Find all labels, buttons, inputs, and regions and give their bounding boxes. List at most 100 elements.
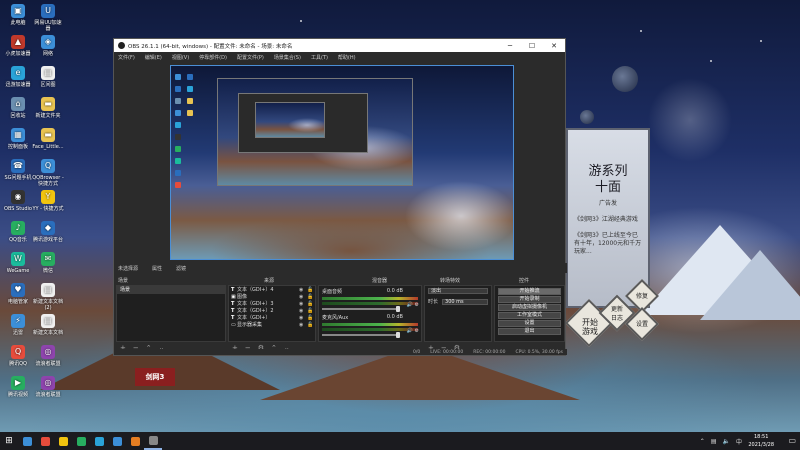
taskbar-steam-icon[interactable] (108, 432, 126, 450)
source-item[interactable]: T 文本（GDI+）3 ◉ 🔓 (229, 301, 315, 308)
desktop-icon[interactable]: W WeGame (2, 252, 34, 274)
app-icon: W (11, 252, 25, 266)
source-item[interactable]: T 文本（GDI+） ◉ 🔓 (229, 315, 315, 322)
eye-icon[interactable]: ◉ (299, 301, 307, 308)
desktop-icon[interactable]: ▲ 小虎加速器 (2, 35, 34, 57)
notification-icon[interactable]: ▭ (788, 436, 796, 445)
taskbar-browser-icon[interactable] (90, 432, 108, 450)
desktop-icon[interactable]: ♪ QQ音乐 (2, 221, 34, 243)
source-item[interactable]: ▣ 图像 ◉ 🔓 (229, 294, 315, 301)
repair-button[interactable]: 修复 (632, 292, 652, 301)
volume-slider[interactable] (322, 306, 400, 312)
menu-item[interactable]: 工具(T) (311, 54, 328, 61)
taskbar-chrome-icon[interactable] (126, 432, 144, 450)
taskbar-qq-icon[interactable] (36, 432, 54, 450)
desktop-icon[interactable]: ⚡ 迅雷 (2, 314, 34, 336)
desktop-icon[interactable]: ⌂ 回收站 (2, 97, 34, 119)
eye-icon[interactable]: ◉ (299, 315, 307, 322)
desktop-icon[interactable]: ♥ 电脑管家 (2, 283, 34, 305)
desktop-icon[interactable]: Q 腾讯QQ (2, 345, 34, 367)
source-toolbar: 未选择源 属性 滤镜 (114, 263, 567, 273)
eye-icon[interactable]: ◉ (299, 287, 307, 294)
menu-item[interactable]: 场景集合(S) (274, 54, 301, 61)
taskbar-video-icon[interactable] (72, 432, 90, 450)
preview-canvas[interactable] (170, 65, 514, 260)
scene-item[interactable]: 场景 (117, 286, 225, 294)
control-button[interactable]: 工作室模式 (498, 312, 561, 319)
menu-item[interactable]: 编辑(E) (145, 54, 162, 61)
gear-icon[interactable]: ⚙ (415, 328, 419, 334)
lock-icon[interactable]: 🔓 (307, 308, 315, 315)
desktop-icon[interactable]: Q QQBrowser - 快捷方式 (32, 159, 64, 187)
control-button[interactable]: 退出 (498, 328, 561, 335)
volume-slider-knob[interactable] (395, 332, 400, 338)
desktop-icon[interactable]: ▶ 腾讯视频 (2, 376, 34, 398)
source-item[interactable]: T 文本（GDI+）4 ◉ 🔓 (229, 287, 315, 294)
menu-item[interactable]: 视图(V) (172, 54, 189, 61)
eye-icon[interactable]: ◉ (299, 308, 307, 315)
settings-game-button[interactable]: 设置 (632, 320, 652, 329)
control-button[interactable]: 开始推流 (498, 288, 561, 295)
control-button[interactable]: 启动虚拟摄像机 (498, 304, 561, 311)
taskbar-search-icon[interactable] (18, 432, 36, 450)
desktop-icon[interactable]: ▣ 此电脑 (2, 4, 34, 26)
changelog-button[interactable]: 更新 日志 (605, 305, 629, 323)
desktop-icon[interactable]: ☎ SG问题手机 (2, 159, 34, 181)
desktop-icon-label: QQ音乐 (9, 237, 27, 243)
app-icon: Y (41, 190, 55, 204)
source-item[interactable]: T 文本（GDI+）2 ◉ 🔓 (229, 308, 315, 315)
desktop-icon[interactable]: ▤ 区间图 (32, 66, 64, 88)
desktop-icon[interactable]: ▬ Face_Little... (32, 128, 64, 150)
menu-item[interactable]: 停靠部件(D) (199, 54, 227, 61)
speaker-icon[interactable]: 🔊 (407, 302, 413, 308)
desktop-icon[interactable]: e 迅游加速器 (2, 66, 34, 88)
minimize-icon[interactable]: ─ (499, 42, 521, 50)
duration-input[interactable]: 300 ms (442, 298, 488, 305)
desktop-icon[interactable]: Y YY - 快捷方式 (32, 190, 64, 212)
taskbar-explorer-icon[interactable] (54, 432, 72, 450)
system-clock[interactable]: 18:51 2021/3/28 (748, 433, 774, 449)
volume-slider[interactable] (322, 332, 400, 338)
menu-item[interactable]: 配置文件(P) (237, 54, 264, 61)
desktop-icon[interactable]: ◎ 流浪者联盟 (32, 376, 64, 398)
chevron-up-icon[interactable]: ⌃ (700, 438, 705, 445)
close-icon[interactable]: ✕ (543, 42, 565, 50)
filters-button[interactable]: 滤镜 (176, 265, 186, 272)
lock-icon[interactable]: 🔓 (307, 301, 315, 308)
control-button[interactable]: 开始录制 (498, 296, 561, 303)
app-icon (22, 436, 32, 446)
lock-icon[interactable]: 🔓 (307, 294, 315, 301)
properties-button[interactable]: 属性 (152, 265, 162, 272)
desktop-icon[interactable]: ▦ 控制面板 (2, 128, 34, 150)
eye-icon[interactable]: ◉ (299, 322, 307, 329)
taskbar-obs-icon[interactable] (144, 432, 162, 450)
desktop-icon[interactable]: U 网易UU加速器 (32, 4, 64, 32)
app-icon: ▶ (11, 376, 25, 390)
speaker-icon[interactable]: 🔊 (407, 328, 413, 334)
start-game-button[interactable]: 开始 游戏 (576, 318, 604, 336)
moon-decoration (580, 110, 594, 124)
menu-item[interactable]: 帮助(H) (338, 54, 356, 61)
lock-icon[interactable]: 🔓 (307, 287, 315, 294)
gear-icon[interactable]: ⚙ (415, 302, 419, 308)
desktop-icon[interactable]: ▬ 新建文件夹 (32, 97, 64, 119)
desktop-icon[interactable]: ▤ 新建文本文档 (2) (32, 283, 64, 311)
desktop-icon[interactable]: ▤ 新建文本文档 (32, 314, 64, 336)
desktop-icon[interactable]: ◎ 流浪者联盟 (32, 345, 64, 367)
control-button[interactable]: 设置 (498, 320, 561, 327)
desktop-icon[interactable]: ◆ 腾讯游戏平台 (32, 221, 64, 243)
source-item[interactable]: ▭ 显示器采集 ◉ 🔓 (229, 322, 315, 329)
ime-indicator[interactable]: 中 (736, 437, 742, 446)
desktop-icon[interactable]: ◈ 网络 (32, 35, 64, 57)
maximize-icon[interactable]: ☐ (521, 42, 543, 50)
windows-start-icon[interactable]: ⊞ (0, 432, 18, 450)
transition-type-select[interactable]: 淡出 (428, 288, 488, 294)
volume-icon[interactable]: 🔈 (723, 438, 730, 445)
desktop-icon[interactable]: ◉ OBS Studio (2, 190, 34, 212)
eye-icon[interactable]: ◉ (299, 294, 307, 301)
lock-icon[interactable]: 🔓 (307, 322, 315, 329)
lock-icon[interactable]: 🔓 (307, 315, 315, 322)
menu-item[interactable]: 文件(F) (118, 54, 135, 61)
desktop-icon[interactable]: ✉ 微信 (32, 252, 64, 274)
network-icon[interactable]: ▤ (711, 438, 717, 445)
